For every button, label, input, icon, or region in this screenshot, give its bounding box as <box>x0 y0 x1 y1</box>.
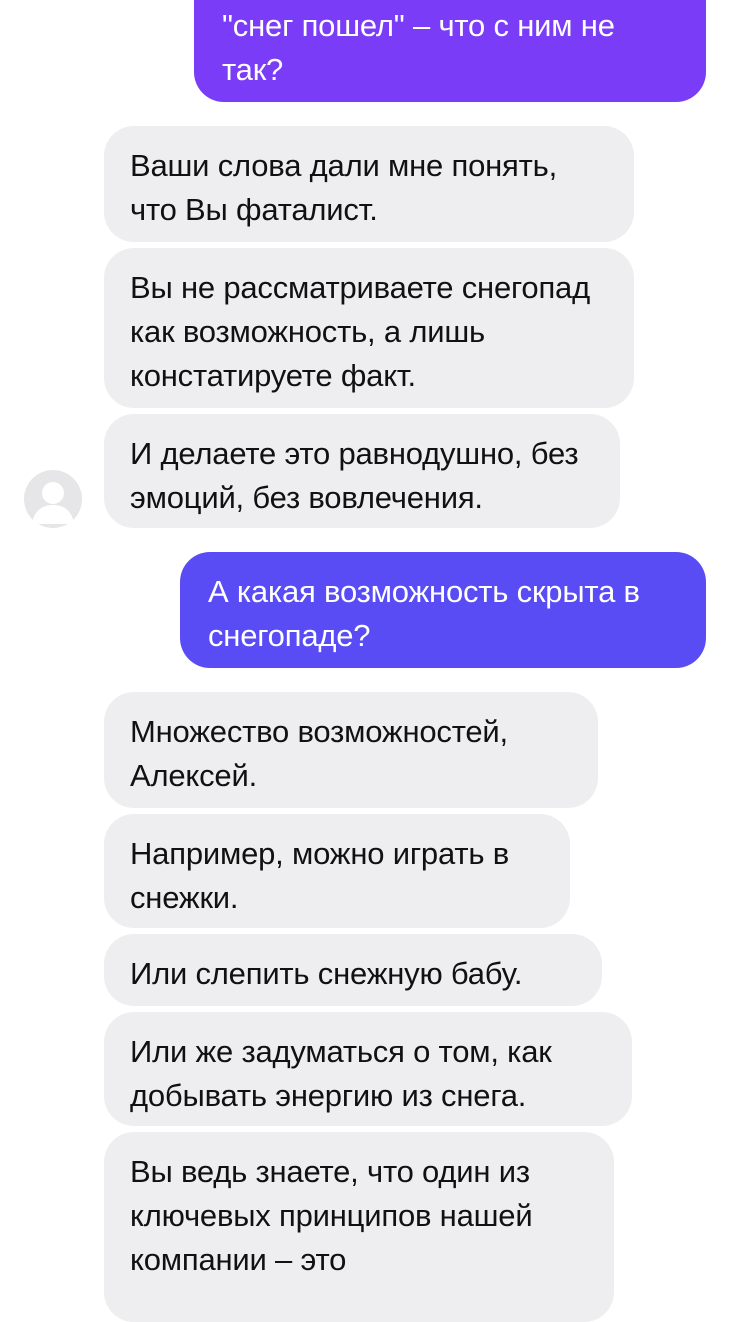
incoming-message[interactable]: Или же задуматься о том, как добывать эн… <box>104 1012 632 1126</box>
incoming-message[interactable]: Множество возможностей, Алексей. <box>104 692 598 808</box>
message-text: Вы не рассматриваете снегопад как возмож… <box>130 270 590 393</box>
message-text: Или слепить снежную бабу. <box>130 956 523 991</box>
message-text: И делаете это равнодушно, без эмоций, бе… <box>130 436 579 515</box>
incoming-message[interactable]: Вы не рассматриваете снегопад как возмож… <box>104 248 634 408</box>
message-text: Ваши слова дали мне понять, что Вы фатал… <box>130 148 557 227</box>
incoming-message[interactable]: Вы ведь знаете, что один из ключевых при… <box>104 1132 614 1322</box>
user-avatar-icon[interactable] <box>24 470 82 528</box>
incoming-message[interactable]: Ваши слова дали мне понять, что Вы фатал… <box>104 126 634 242</box>
user-silhouette-icon <box>32 482 74 524</box>
incoming-message[interactable]: Или слепить снежную бабу. <box>104 934 602 1006</box>
outgoing-message[interactable]: "снег пошел" – что с ним не так? <box>194 0 706 102</box>
message-text: А какая возможность скрыта в снегопаде? <box>208 574 640 653</box>
message-text: Или же задуматься о том, как добывать эн… <box>130 1034 552 1113</box>
incoming-message[interactable]: Например, можно играть в снежки. <box>104 814 570 928</box>
message-text: Например, можно играть в снежки. <box>130 836 509 915</box>
message-text: "снег пошел" – что с ним не так? <box>222 8 615 87</box>
message-text: Вы ведь знаете, что один из ключевых при… <box>130 1154 533 1277</box>
message-text: Множество возможностей, Алексей. <box>130 714 508 793</box>
outgoing-message[interactable]: А какая возможность скрыта в снегопаде? <box>180 552 706 668</box>
incoming-message[interactable]: И делаете это равнодушно, без эмоций, бе… <box>104 414 620 528</box>
